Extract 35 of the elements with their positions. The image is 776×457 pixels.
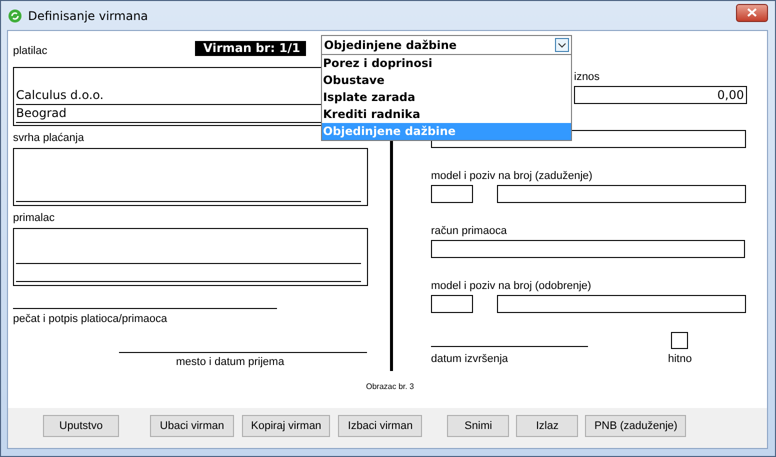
form-number: Obrazac br. 3 xyxy=(366,382,414,391)
close-button[interactable] xyxy=(736,4,768,22)
account-field[interactable] xyxy=(431,240,745,258)
field-label: primalac xyxy=(13,212,56,225)
action-button[interactable]: Izlaz xyxy=(516,415,578,437)
signature-label: pečat i potpis platioca/primaoca xyxy=(13,313,168,326)
field-label: model i poziv na broj (odobrenje) xyxy=(431,280,592,293)
recipient-box[interactable] xyxy=(13,228,368,286)
model-field[interactable] xyxy=(431,185,473,203)
chevron-down-icon xyxy=(558,42,566,48)
receipt-label: mesto i datum prijema xyxy=(176,356,286,369)
field-label: iznos xyxy=(574,71,601,84)
field-label: račun primaoca xyxy=(431,225,508,238)
urgent-checkbox[interactable] xyxy=(671,332,688,349)
close-icon xyxy=(747,8,757,17)
field-label: svrha plaćanja xyxy=(13,132,85,145)
action-button[interactable]: Izbaci virman xyxy=(338,415,422,437)
action-button[interactable]: Snimi xyxy=(447,415,510,437)
action-button[interactable]: Uputstvo xyxy=(43,415,119,437)
order-number-label: Virman br: 1/1 xyxy=(195,41,306,56)
execution-date-label: datum izvršenja xyxy=(431,353,510,366)
model-field[interactable] xyxy=(431,295,473,313)
action-button[interactable]: Kopiraj virman xyxy=(242,415,330,437)
reference-field[interactable] xyxy=(497,295,746,313)
field-label: platilac xyxy=(13,45,48,58)
action-button[interactable]: PNB (zaduženje) xyxy=(585,415,686,437)
field-label: model i poziv na broj (zaduženje) xyxy=(431,170,594,183)
reference-field[interactable] xyxy=(497,185,746,203)
app-icon xyxy=(8,8,22,22)
amount-field[interactable]: 0,00 xyxy=(574,86,747,104)
window-title: Definisanje virmana xyxy=(28,8,148,22)
action-button[interactable]: Ubaci virman xyxy=(150,415,234,437)
purpose-box[interactable] xyxy=(13,148,368,206)
checkbox-label: hitno xyxy=(668,353,692,366)
type-dropdown[interactable]: Objedinjene dažbine xyxy=(321,35,572,55)
